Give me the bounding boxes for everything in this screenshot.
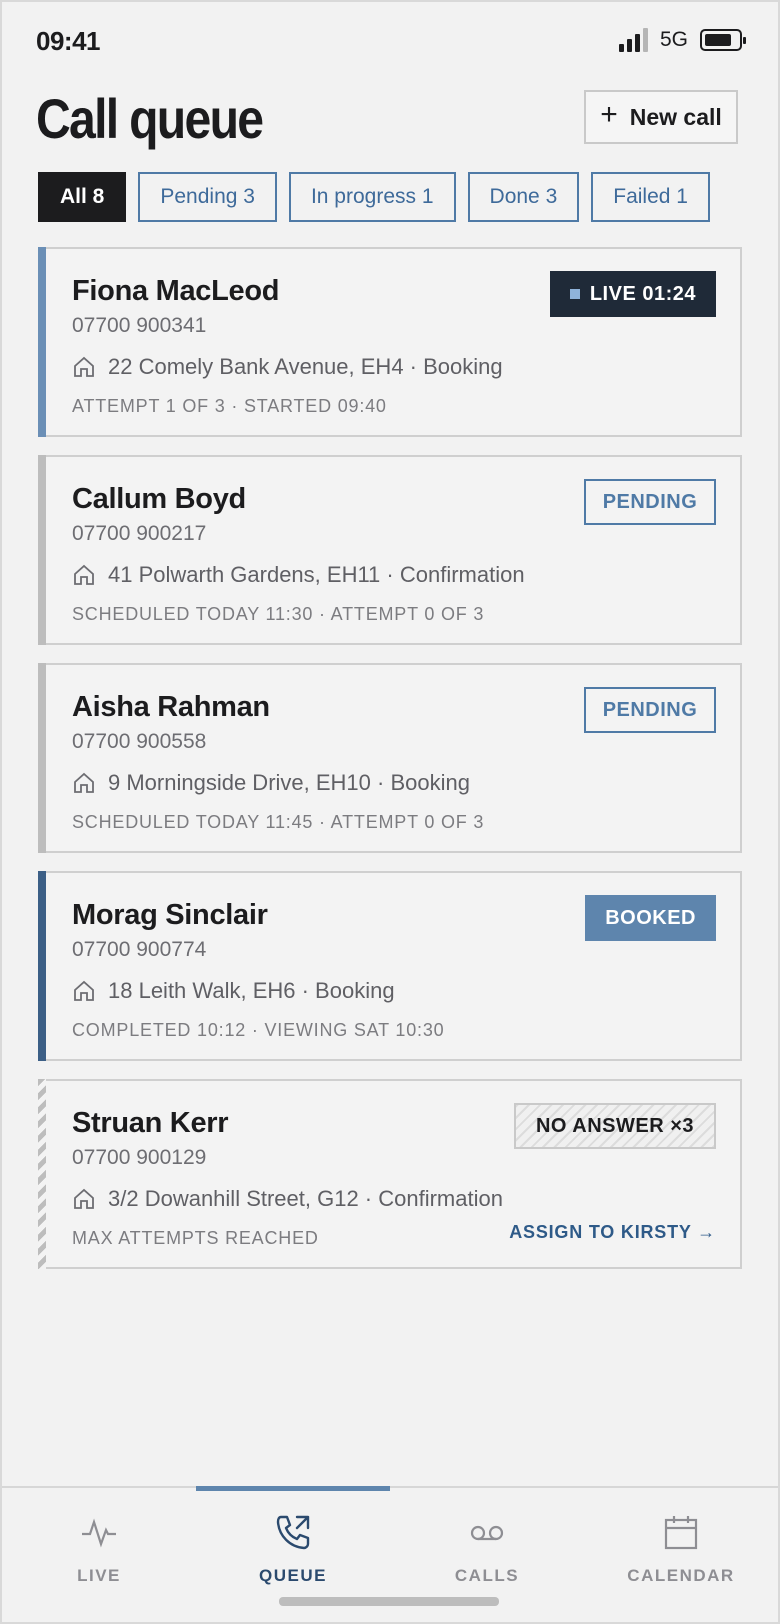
filter-in-progress[interactable]: In progress 1 (288, 172, 456, 222)
tab-label: CALLS (454, 1566, 520, 1585)
property-address: 22 Comely Bank Avenue, EH4 · Booking (108, 354, 503, 379)
battery-icon (700, 29, 746, 51)
tab-calendar[interactable]: CALENDAR (584, 1488, 778, 1600)
status-badge: PENDING (584, 687, 716, 733)
home-icon (74, 772, 94, 793)
status-badge: NO ANSWER ×3 (513, 1103, 716, 1149)
page-title: Call queue (36, 87, 264, 150)
tab-live[interactable]: LIVE (2, 1488, 196, 1600)
status-bar: 09:41 5G (2, 2, 778, 82)
call-card[interactable]: Fiona MacLeod 07700 900341 22 Comely Ban… (38, 247, 742, 437)
filter-pending[interactable]: Pending 3 (138, 172, 277, 222)
call-meta: SCHEDULED TODAY 11:30 · ATTEMPT 0 OF 3 (72, 604, 485, 624)
status-indicators: 5G (618, 28, 746, 52)
status-time: 09:41 (36, 26, 101, 56)
contact-phone: 07700 900341 (72, 314, 207, 337)
status-badge: LIVE 01:24 (549, 271, 716, 317)
status-badge-label: LIVE 01:24 (589, 282, 696, 305)
filter-failed[interactable]: Failed 1 (591, 172, 710, 222)
live-dot-icon (569, 289, 580, 299)
call-card[interactable]: Morag Sinclair 07700 900774 18 Leith Wal… (38, 871, 742, 1061)
property-address: 18 Leith Walk, EH6 · Booking (108, 978, 395, 1003)
home-icon (74, 980, 94, 1001)
call-meta: COMPLETED 10:12 · VIEWING SAT 10:30 (72, 1020, 445, 1040)
new-call-button[interactable]: + New call (584, 90, 738, 144)
pulse-icon (82, 1518, 116, 1548)
contact-phone: 07700 900129 (72, 1146, 207, 1169)
signal-icon (618, 28, 648, 52)
home-indicator (279, 1597, 499, 1606)
calendar-icon (664, 1516, 698, 1550)
contact-phone: 07700 900217 (72, 522, 207, 545)
status-stripe (38, 455, 46, 645)
home-icon (74, 1188, 94, 1209)
voicemail-icon (470, 1525, 504, 1541)
new-call-label: New call (629, 103, 722, 130)
status-stripe (38, 1079, 46, 1269)
tab-queue[interactable]: QUEUE (196, 1488, 390, 1600)
status-badge: PENDING (584, 479, 716, 525)
property-address: 41 Polwarth Gardens, EH11 · Confirmation (108, 562, 525, 587)
tab-calls[interactable]: CALLS (390, 1488, 584, 1600)
home-icon (74, 356, 94, 377)
tab-bar: LIVE QUEUE CALLS CALENDAR (2, 1486, 778, 1622)
status-badge: BOOKED (585, 895, 716, 941)
filter-all[interactable]: All 8 (38, 172, 127, 222)
call-card[interactable]: Struan Kerr 07700 900129 3/2 Dowanhill S… (38, 1079, 742, 1269)
property-address: 3/2 Dowanhill Street, G12 · Confirmation (108, 1186, 503, 1211)
tab-label: QUEUE (259, 1566, 327, 1585)
filter-done[interactable]: Done 3 (467, 172, 580, 222)
home-icon (74, 564, 94, 585)
call-card[interactable]: Aisha Rahman 07700 900558 9 Morningside … (38, 663, 742, 853)
contact-phone: 07700 900774 (72, 938, 207, 961)
phone-outgoing-icon (276, 1515, 310, 1550)
call-meta: SCHEDULED TODAY 11:45 · ATTEMPT 0 OF 3 (72, 812, 485, 832)
assign-link[interactable]: ASSIGN TO KIRSTY → (509, 1222, 716, 1243)
plus-icon: + (600, 98, 618, 131)
property-address: 9 Morningside Drive, EH10 · Booking (108, 770, 470, 795)
status-stripe (38, 663, 46, 853)
tab-label: CALENDAR (627, 1566, 735, 1585)
call-list: Fiona MacLeod 07700 900341 22 Comely Ban… (38, 247, 742, 1287)
call-card[interactable]: Callum Boyd 07700 900217 41 Polwarth Gar… (38, 455, 742, 645)
call-meta: ATTEMPT 1 OF 3 · STARTED 09:40 (72, 396, 387, 416)
network-label: 5G (659, 28, 688, 51)
tab-label: LIVE (77, 1566, 121, 1585)
status-stripe (38, 247, 46, 437)
filter-chips: All 8 Pending 3 In progress 1 Done 3 Fai… (38, 172, 710, 222)
status-stripe (38, 871, 46, 1061)
contact-phone: 07700 900558 (72, 730, 207, 753)
